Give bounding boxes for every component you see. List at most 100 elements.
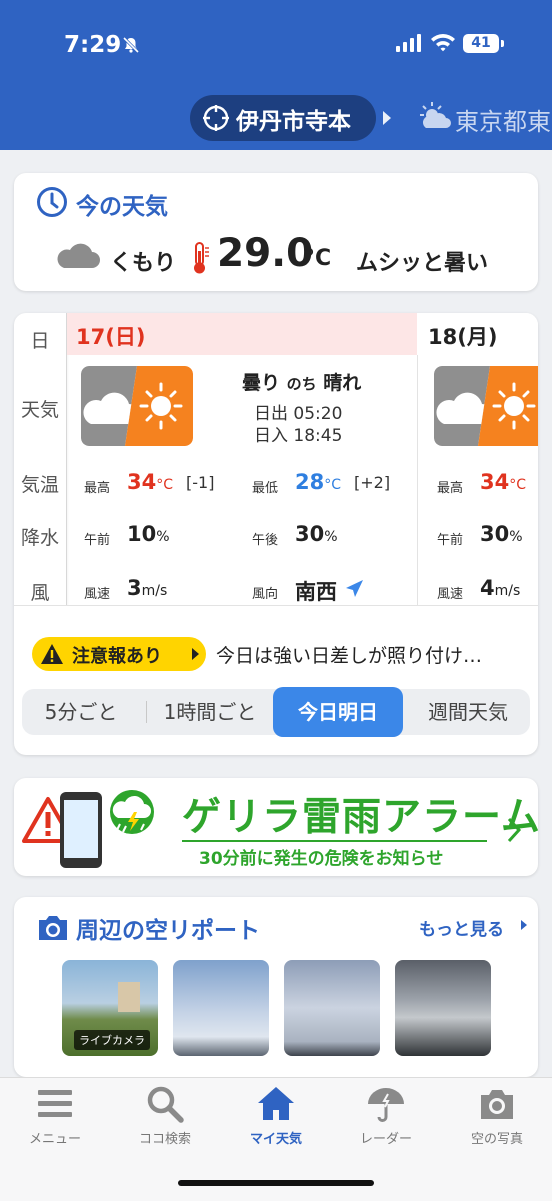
current-weather-title: 今の天気	[76, 194, 168, 220]
thunderstorm-icon	[110, 790, 154, 834]
pm-precip-label: 午後	[252, 533, 279, 548]
alert-badge[interactable]: 注意報あり	[32, 637, 206, 671]
low-temp-label: 最低	[252, 481, 279, 496]
label-column-shadow	[66, 313, 69, 605]
sky-report-title: 周辺の空リポート	[76, 918, 260, 944]
tab-hourly[interactable]: 1時間ごと	[147, 689, 273, 735]
guerrilla-alarm-banner[interactable]: ゲリラ雷雨アラーム 30分前に発生の危険をお知らせ	[14, 778, 541, 876]
tab-sky-photos[interactable]: 空の写真	[442, 1084, 552, 1147]
see-more-link[interactable]: もっと見る	[419, 915, 504, 940]
cloudy-then-sunny-icon-tomorrow	[434, 366, 538, 446]
location-next-arrow-icon[interactable]	[383, 111, 391, 125]
wind-speed-label: 風速	[84, 587, 111, 602]
menu-icon	[38, 1090, 72, 1117]
current-weather-card: 今の天気 くもり 29.0 °C ムシッと暑い	[14, 173, 538, 291]
today-wind-speed: 3m/s	[127, 576, 168, 600]
silent-bell-icon	[122, 36, 140, 54]
warning-icon	[41, 644, 63, 664]
thermometer-icon	[194, 242, 209, 274]
sky-photo-live-camera[interactable]: ライブカメラ	[62, 960, 158, 1056]
row-label-precip: 降水	[20, 527, 59, 549]
high-temp-label: 最高	[84, 481, 111, 496]
sun-cloud-icon	[420, 102, 451, 128]
alert-caret-icon	[192, 648, 199, 660]
day-divider	[417, 355, 418, 605]
camera-icon	[481, 1090, 513, 1119]
tab-search[interactable]: ココ検索	[110, 1084, 220, 1147]
battery-indicator: 41	[463, 34, 499, 53]
home-icon	[258, 1087, 294, 1120]
banner-title: ゲリラ雷雨アラーム	[182, 795, 541, 840]
live-camera-badge: ライブカメラ	[74, 1030, 150, 1050]
today-pm-precip: 30%	[295, 522, 338, 546]
tomorrow-am-precip-label: 午前	[437, 533, 464, 548]
current-temperature-unit: °C	[304, 246, 332, 271]
current-condition: くもり	[110, 251, 177, 276]
tab-menu[interactable]: メニュー	[0, 1084, 110, 1147]
tomorrow-wind-speed: 4m/s	[480, 576, 521, 600]
wind-direction-label: 風向	[252, 587, 279, 602]
camera-icon	[39, 916, 67, 940]
forecast-tabs: 5分ごと 1時間ごと 今日明日 週間天気	[22, 687, 530, 737]
row-label-weather: 天気	[20, 399, 59, 421]
row-label-temp: 気温	[20, 474, 59, 496]
smartphone-icon	[60, 792, 102, 868]
cloudy-then-sunny-icon	[81, 366, 193, 446]
today-am-precip: 10%	[127, 522, 170, 546]
umbrella-icon	[368, 1088, 404, 1122]
see-more-caret-icon[interactable]	[521, 920, 527, 930]
status-bar: 7:29 41	[0, 30, 552, 62]
sky-photo-2[interactable]	[173, 960, 269, 1056]
sunset-time: 日入 18:45	[254, 426, 343, 446]
wind-direction-arrow-icon	[346, 580, 363, 597]
location-name: 伊丹市寺本	[236, 109, 351, 135]
tab-search-label: ココ検索	[138, 1132, 191, 1147]
sky-report-card: 周辺の空リポート もっと見る ライブカメラ	[14, 897, 538, 1077]
photo-building	[118, 982, 140, 1012]
tomorrow-high-temp: 34°C	[480, 470, 527, 494]
sky-photo-3[interactable]	[284, 960, 380, 1056]
tab-5min[interactable]: 5分ごと	[22, 689, 140, 735]
forecast-card: 日 天気 気温 降水 風 17(日) 18(月) 曇り のち 晴れ 日出 05:…	[14, 313, 538, 755]
today-date: 17(日)	[76, 325, 146, 349]
tab-menu-label: メニュー	[28, 1132, 81, 1147]
next-location-tab[interactable]: 東京都東	[455, 102, 551, 137]
chevron-right-icon	[507, 817, 522, 843]
current-feeling: ムシッと暑い	[356, 251, 489, 276]
tomorrow-date: 18(月)	[428, 325, 498, 349]
tomorrow-am-precip: 30%	[480, 522, 523, 546]
today-description: 曇り のち 晴れ	[242, 372, 362, 394]
forecast-separator	[14, 605, 538, 606]
banner-underline	[182, 840, 487, 842]
tomorrow-high-label: 最高	[437, 481, 464, 496]
alert-message[interactable]: 今日は強い日差しが照り付け…	[216, 641, 482, 668]
row-label-wind: 風	[30, 582, 50, 604]
today-wind-direction: 南西	[295, 580, 337, 604]
banner-subtitle: 30分前に発生の危険をお知らせ	[199, 849, 444, 869]
search-icon	[147, 1086, 184, 1123]
today-high-diff: [-1]	[186, 473, 215, 492]
home-indicator[interactable]	[178, 1180, 374, 1186]
row-label-day: 日	[30, 330, 50, 352]
sky-photo-4[interactable]	[395, 960, 491, 1056]
today-low-temp: 28°C	[295, 470, 342, 494]
alert-badge-label: 注意報あり	[72, 646, 162, 667]
today-high-temp: 34°C	[127, 470, 174, 494]
current-location-pill[interactable]: 伊丹市寺本	[190, 95, 376, 141]
tab-weekly[interactable]: 週間天気	[406, 689, 530, 735]
app-header: 7:29 41 伊丹市寺本 東京都東	[0, 0, 552, 150]
status-time: 7:29	[64, 32, 122, 58]
tab-radar-label: レーダー	[359, 1132, 412, 1147]
wifi-icon	[431, 34, 455, 52]
tab-radar[interactable]: レーダー	[331, 1084, 441, 1147]
tab-my-weather-label: マイ天気	[249, 1132, 302, 1147]
clock-icon	[37, 187, 67, 217]
current-temperature: 29.0	[217, 231, 314, 276]
today-low-diff: [+2]	[354, 473, 391, 492]
location-target-icon	[203, 105, 229, 131]
tab-today-tomorrow[interactable]: 今日明日	[273, 687, 403, 737]
tab-my-weather[interactable]: マイ天気	[221, 1084, 331, 1147]
am-precip-label: 午前	[84, 533, 111, 548]
tomorrow-wind-speed-label: 風速	[437, 587, 464, 602]
cloud-icon	[57, 243, 100, 268]
